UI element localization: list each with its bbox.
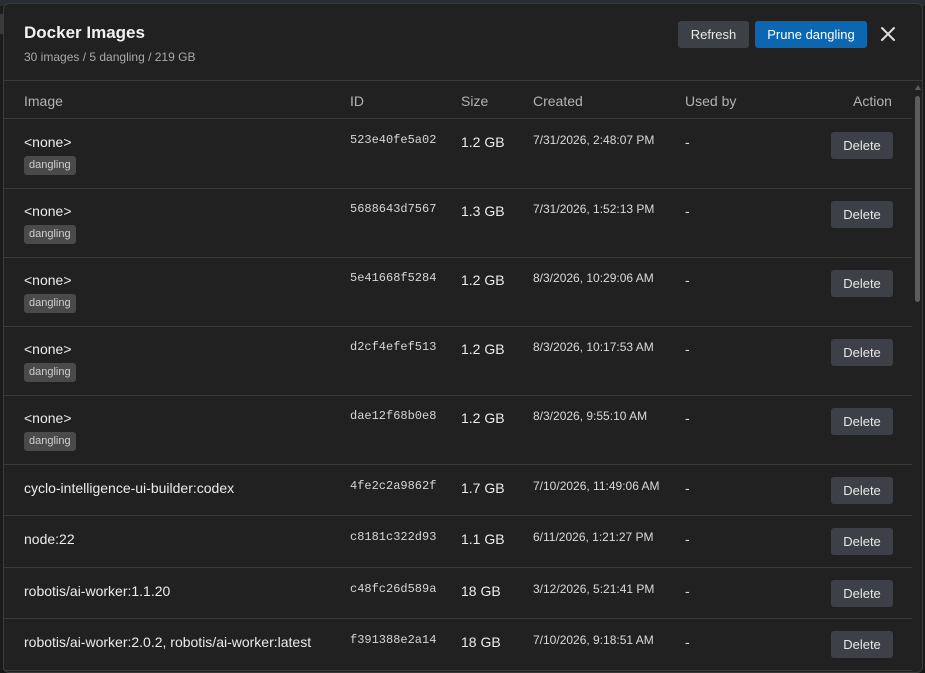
image-created: 7/10/2026, 9:18:51 AM [533, 633, 654, 647]
image-created: 7/31/2026, 2:48:07 PM [533, 133, 655, 147]
delete-button[interactable]: Delete [831, 132, 893, 159]
image-used-by: - [685, 341, 690, 357]
image-name: cyclo-intelligence-ui-builder:codex [24, 480, 235, 496]
dialog-title: Docker Images [24, 23, 145, 42]
image-created: 3/12/2026, 5:21:41 PM [533, 582, 655, 596]
table-row: node:22 c8181c322d93 1.1 GB 6/11/2026, 1… [4, 516, 912, 568]
delete-button[interactable]: Delete [831, 477, 893, 504]
image-id: c48fc26d589a [350, 582, 437, 596]
image-size: 1.2 GB [461, 341, 505, 357]
table-row: <none> dangling 5e41668f5284 1.2 GB 8/3/… [4, 258, 912, 327]
image-id: 5e41668f5284 [350, 271, 437, 285]
dangling-badge: dangling [24, 432, 76, 451]
image-name: <none> [24, 203, 72, 219]
image-created: 7/31/2026, 1:52:13 PM [533, 202, 655, 216]
image-name: node:22 [24, 531, 75, 547]
table-header: Image ID Size Created Used by Action [4, 82, 912, 119]
image-name: robotis/ai-worker:2.0.2, robotis/ai-work… [24, 634, 312, 650]
image-id: 523e40fe5a02 [350, 133, 437, 147]
image-id: c8181c322d93 [350, 530, 437, 544]
delete-button[interactable]: Delete [831, 408, 893, 435]
image-size: 1.7 GB [461, 480, 505, 496]
close-icon[interactable] [877, 22, 899, 46]
image-id: f391388e2a14 [350, 633, 437, 647]
delete-button[interactable]: Delete [831, 528, 893, 555]
table-row: <none> dangling dae12f68b0e8 1.2 GB 8/3/… [4, 396, 912, 465]
image-name: <none> [24, 410, 72, 426]
delete-button[interactable]: Delete [831, 580, 893, 607]
image-used-by: - [685, 634, 690, 650]
image-size: 18 GB [461, 634, 501, 650]
header-action: Action [853, 93, 892, 109]
table-row: robotis/ai-worker:2.0.2, robotis/ai-work… [4, 619, 912, 671]
refresh-button[interactable]: Refresh [678, 21, 749, 48]
dangling-badge: dangling [24, 294, 76, 313]
image-name: <none> [24, 341, 72, 357]
image-name: <none> [24, 134, 72, 150]
image-used-by: - [685, 134, 690, 150]
header-used-by: Used by [685, 93, 737, 109]
image-created: 8/3/2026, 10:17:53 AM [533, 340, 654, 354]
image-id: d2cf4efef513 [350, 340, 437, 354]
image-created: 6/11/2026, 1:21:27 PM [533, 530, 654, 544]
image-used-by: - [685, 272, 690, 288]
image-size: 1.2 GB [461, 272, 505, 288]
header-image: Image [24, 93, 63, 109]
image-id: 5688643d7567 [350, 202, 437, 216]
image-used-by: - [685, 203, 690, 219]
table-row: <none> dangling 5688643d7567 1.3 GB 7/31… [4, 189, 912, 258]
header-id: ID [350, 93, 364, 109]
image-size: 1.3 GB [461, 203, 505, 219]
docker-images-dialog: Docker Images 30 images / 5 dangling / 2… [3, 3, 923, 673]
image-summary: 30 images / 5 dangling / 219 GB [24, 50, 196, 64]
prune-dangling-button[interactable]: Prune dangling [755, 21, 867, 48]
scrollbar-thumb[interactable] [915, 96, 920, 302]
table-row: cyclo-intelligence-ui-builder:codex 4fe2… [4, 465, 912, 516]
image-name: robotis/ai-worker:1.1.20 [24, 583, 171, 599]
table-row: <none> dangling 523e40fe5a02 1.2 GB 7/31… [4, 120, 912, 189]
image-size: 1.2 GB [461, 134, 505, 150]
delete-button[interactable]: Delete [831, 339, 893, 366]
table-row: <none> dangling d2cf4efef513 1.2 GB 8/3/… [4, 327, 912, 396]
dangling-badge: dangling [24, 225, 76, 244]
image-size: 1.2 GB [461, 410, 505, 426]
image-name: <none> [24, 272, 72, 288]
table-row: robotis/ai-worker:1.1.20 c48fc26d589a 18… [4, 568, 912, 619]
dangling-badge: dangling [24, 363, 76, 382]
image-id: dae12f68b0e8 [350, 409, 437, 423]
image-id: 4fe2c2a9862f [350, 479, 437, 493]
delete-button[interactable]: Delete [831, 201, 893, 228]
image-used-by: - [685, 480, 690, 496]
image-size: 18 GB [461, 583, 501, 599]
header-created: Created [533, 93, 583, 109]
dialog-header: Docker Images 30 images / 5 dangling / 2… [4, 4, 922, 81]
image-size: 1.1 GB [461, 531, 505, 547]
image-used-by: - [685, 583, 690, 599]
header-size: Size [461, 93, 489, 109]
image-created: 8/3/2026, 9:55:10 AM [533, 409, 648, 423]
delete-button[interactable]: Delete [831, 631, 893, 658]
table-scrollbar[interactable] [912, 82, 922, 672]
image-used-by: - [685, 410, 690, 426]
delete-button[interactable]: Delete [831, 270, 893, 297]
dangling-badge: dangling [24, 156, 76, 175]
scroll-up-arrow-icon[interactable] [915, 85, 921, 90]
image-created: 7/10/2026, 11:49:06 AM [533, 479, 660, 493]
image-created: 8/3/2026, 10:29:06 AM [533, 271, 654, 285]
images-table: Image ID Size Created Used by Action <no… [4, 82, 912, 672]
image-used-by: - [685, 531, 690, 547]
